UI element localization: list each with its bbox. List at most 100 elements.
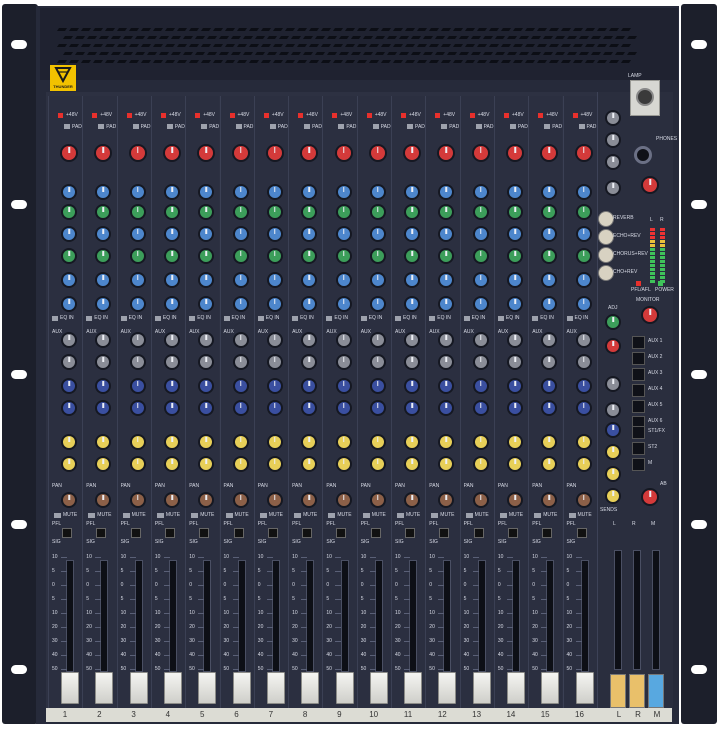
- aux5-knob[interactable]: [371, 436, 384, 448]
- hi-eq-knob[interactable]: [166, 186, 179, 198]
- master-fader[interactable]: [610, 674, 626, 708]
- channel-fader[interactable]: [164, 672, 183, 704]
- eq-in-button[interactable]: [154, 316, 161, 321]
- channel-fader[interactable]: [95, 672, 114, 704]
- aux2-knob[interactable]: [577, 356, 590, 368]
- eq-in-button[interactable]: [326, 316, 333, 321]
- gain-knob[interactable]: [336, 146, 351, 160]
- lo-mid-gain-knob[interactable]: [371, 274, 384, 286]
- return-knob[interactable]: [607, 134, 619, 146]
- eq-in-button[interactable]: [532, 316, 539, 321]
- aux2-knob[interactable]: [509, 356, 522, 368]
- lo-mid-freq-knob[interactable]: [268, 250, 281, 262]
- fader-track[interactable]: [374, 560, 383, 672]
- gain-knob[interactable]: [165, 146, 180, 160]
- aux2-knob[interactable]: [268, 356, 281, 368]
- lo-mid-freq-knob[interactable]: [509, 250, 522, 262]
- pfl-button[interactable]: [267, 528, 278, 538]
- fader-track[interactable]: [340, 560, 349, 672]
- channel-fader[interactable]: [541, 672, 560, 704]
- eq-in-button[interactable]: [223, 316, 230, 321]
- mute-button[interactable]: [465, 513, 473, 518]
- aux1-knob[interactable]: [577, 334, 590, 346]
- channel-fader[interactable]: [129, 672, 148, 704]
- eq-in-button[interactable]: [52, 316, 58, 321]
- lo-mid-gain-knob[interactable]: [234, 274, 247, 286]
- channel-fader[interactable]: [369, 672, 388, 704]
- aux2-knob[interactable]: [337, 356, 350, 368]
- pad-button[interactable]: [509, 124, 516, 129]
- aux-bus-button[interactable]: [632, 336, 645, 349]
- channel-fader[interactable]: [232, 672, 251, 704]
- gain-knob[interactable]: [508, 146, 523, 160]
- aux6-knob[interactable]: [166, 458, 179, 470]
- channel-fader[interactable]: [198, 672, 217, 704]
- aux6-knob[interactable]: [577, 458, 590, 470]
- pfl-button[interactable]: [576, 528, 587, 538]
- aux-master-knob[interactable]: [607, 378, 619, 390]
- pfl-button[interactable]: [405, 528, 415, 538]
- pad-button[interactable]: [372, 124, 379, 129]
- aux6-knob[interactable]: [234, 458, 247, 470]
- mute-button[interactable]: [328, 513, 336, 518]
- pan-knob[interactable]: [577, 494, 590, 506]
- lo-mid-gain-knob[interactable]: [474, 274, 487, 286]
- channel-fader[interactable]: [575, 672, 594, 704]
- aux6-knob[interactable]: [509, 458, 522, 470]
- hi-mid-gain-knob[interactable]: [577, 228, 590, 240]
- fx-button[interactable]: [599, 266, 613, 280]
- fader-track[interactable]: [580, 560, 589, 672]
- phones-jack[interactable]: [634, 146, 652, 164]
- aux3-knob[interactable]: [509, 380, 522, 392]
- channel-fader[interactable]: [266, 672, 285, 704]
- mute-button[interactable]: [54, 513, 61, 518]
- lo-mid-gain-knob[interactable]: [337, 274, 350, 286]
- hi-eq-knob[interactable]: [131, 186, 144, 198]
- aux4-knob[interactable]: [131, 402, 144, 414]
- return-knob[interactable]: [607, 112, 619, 124]
- aux-master-knob[interactable]: [607, 468, 619, 480]
- mute-button[interactable]: [191, 513, 199, 518]
- aux5-knob[interactable]: [234, 436, 247, 448]
- lo-mid-gain-knob[interactable]: [131, 274, 144, 286]
- eq-in-button[interactable]: [189, 316, 196, 321]
- pad-button[interactable]: [578, 124, 585, 129]
- mute-button[interactable]: [397, 513, 404, 518]
- pad-button[interactable]: [544, 124, 551, 129]
- hi-eq-knob[interactable]: [371, 186, 384, 198]
- hi-mid-gain-knob[interactable]: [166, 228, 179, 240]
- master-fader-track[interactable]: [652, 550, 660, 670]
- pad-button[interactable]: [235, 124, 242, 129]
- lo-eq-knob[interactable]: [509, 298, 522, 310]
- aux1-knob[interactable]: [166, 334, 179, 346]
- aux-bus-button[interactable]: [632, 400, 645, 413]
- aux-bus-button[interactable]: [632, 384, 645, 397]
- aux1-knob[interactable]: [234, 334, 247, 346]
- mute-button[interactable]: [568, 513, 576, 518]
- aux-bus-button[interactable]: [632, 368, 645, 381]
- aux-master-knob[interactable]: [607, 424, 619, 436]
- pfl-button[interactable]: [370, 528, 381, 538]
- lo-mid-gain-knob[interactable]: [268, 274, 281, 286]
- hi-mid-freq-knob[interactable]: [337, 206, 350, 218]
- hi-mid-gain-knob[interactable]: [234, 228, 247, 240]
- eq-in-button[interactable]: [86, 316, 93, 321]
- lo-mid-gain-knob[interactable]: [166, 274, 179, 286]
- fader-track[interactable]: [409, 560, 418, 672]
- pan-knob[interactable]: [131, 494, 144, 506]
- lo-eq-knob[interactable]: [268, 298, 281, 310]
- lo-mid-freq-knob[interactable]: [166, 250, 179, 262]
- pfl-button[interactable]: [439, 528, 450, 538]
- pad-button[interactable]: [98, 124, 105, 129]
- eq-in-button[interactable]: [429, 316, 436, 321]
- aux4-knob[interactable]: [234, 402, 247, 414]
- channel-fader[interactable]: [404, 672, 423, 704]
- aux5-knob[interactable]: [337, 436, 350, 448]
- aux5-knob[interactable]: [131, 436, 144, 448]
- lo-mid-gain-knob[interactable]: [509, 274, 522, 286]
- lamp-xlr-socket[interactable]: [630, 80, 660, 116]
- channel-fader[interactable]: [472, 672, 491, 704]
- hi-eq-knob[interactable]: [577, 186, 590, 198]
- return-knob[interactable]: [607, 156, 619, 168]
- lo-eq-knob[interactable]: [371, 298, 384, 310]
